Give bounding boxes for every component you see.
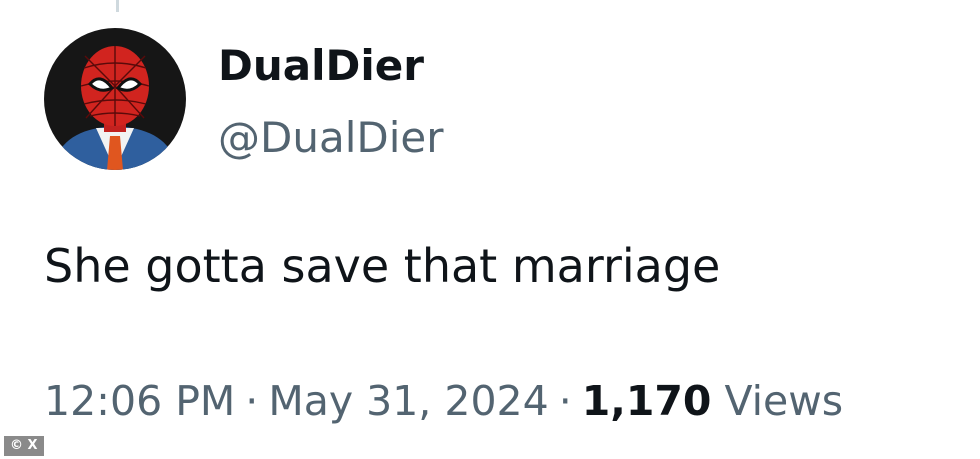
- spiderman-suit-avatar-icon: [44, 28, 186, 170]
- tweet-metadata: 12:06 PM · May 31, 2024 · 1,170 Views: [44, 374, 843, 428]
- copyright-watermark: © X: [4, 436, 44, 456]
- tweet-time[interactable]: 12:06 PM: [44, 377, 235, 425]
- tweet-text: She gotta save that marriage: [44, 239, 721, 293]
- metadata-separator: ·: [245, 377, 259, 425]
- tweet-date[interactable]: May 31, 2024: [268, 377, 548, 425]
- avatar[interactable]: [44, 28, 186, 170]
- metadata-separator: ·: [558, 377, 572, 425]
- author-display-name[interactable]: DualDier: [218, 40, 424, 92]
- views-count[interactable]: 1,170: [582, 377, 712, 425]
- thread-connector-line: [116, 0, 119, 12]
- views-label: Views: [724, 377, 844, 425]
- author-handle[interactable]: @DualDier: [218, 112, 443, 164]
